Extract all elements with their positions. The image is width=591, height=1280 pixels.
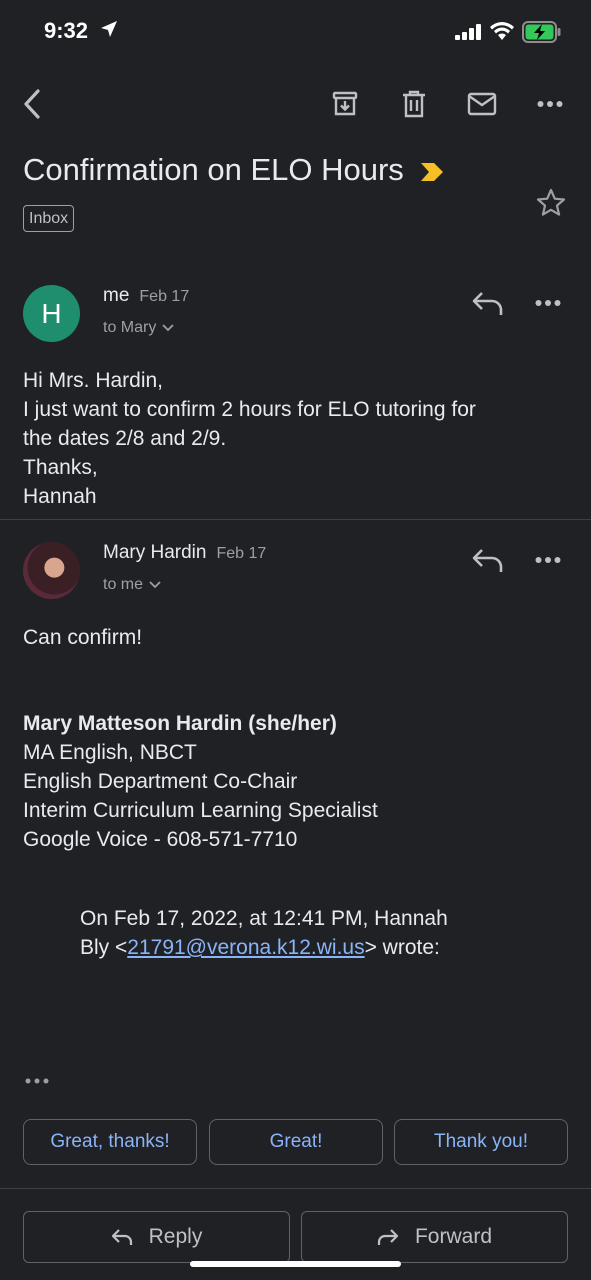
chevron-down-icon <box>149 581 161 589</box>
reply-icon[interactable] <box>470 289 506 319</box>
forward-button[interactable]: Forward <box>301 1211 568 1263</box>
signature-line: MA English, NBCT <box>23 741 197 764</box>
signature-line: Interim Curriculum Learning Specialist <box>23 799 378 822</box>
message-header-1[interactable]: H me Feb 17 to Mary <box>0 285 591 355</box>
message-body-2: Can confirm! <box>23 626 143 649</box>
more-horizontal-icon[interactable] <box>535 556 561 564</box>
cellular-signal-icon <box>455 24 481 40</box>
message-date: Feb 17 <box>139 288 190 305</box>
signature-name: Mary Matteson Hardin (she/her) <box>23 712 337 735</box>
show-trimmed-content-icon[interactable] <box>25 1078 49 1084</box>
chevron-down-icon <box>162 324 174 332</box>
quoted-header: On Feb 17, 2022, at 12:41 PM, Hannah Bly… <box>80 907 448 959</box>
email-subject: Confirmation on ELO Hours <box>23 152 444 188</box>
star-icon[interactable] <box>535 187 567 219</box>
status-bar: 9:32 <box>0 0 591 64</box>
trash-icon <box>403 90 425 118</box>
delete-button[interactable] <box>394 84 434 124</box>
message-header-2[interactable]: Mary Hardin Feb 17 to me <box>0 542 591 612</box>
smart-reply-button[interactable]: Great! <box>209 1119 383 1165</box>
avatar <box>23 542 80 599</box>
smart-reply-button[interactable]: Thank you! <box>394 1119 568 1165</box>
archive-button[interactable] <box>325 84 365 124</box>
subject-text: Confirmation on ELO Hours <box>23 152 404 187</box>
email-signature: Mary Matteson Hardin (she/her) MA Englis… <box>23 709 378 854</box>
reply-icon[interactable] <box>470 546 506 576</box>
location-arrow-icon <box>101 21 117 37</box>
important-marker-icon[interactable] <box>420 162 444 182</box>
message-date: Feb 17 <box>216 545 267 562</box>
toolbar <box>0 80 591 128</box>
message-body-1: Hi Mrs. Hardin, I just want to confirm 2… <box>23 369 476 508</box>
chevron-left-icon <box>24 89 40 119</box>
more-horizontal-icon <box>537 101 563 107</box>
sender-name: me Feb 17 <box>103 285 190 306</box>
avatar: H <box>23 285 80 342</box>
wifi-icon <box>490 22 514 40</box>
back-button[interactable] <box>12 84 52 124</box>
battery-charging-icon <box>522 21 561 43</box>
archive-icon <box>332 91 358 116</box>
inbox-label-chip[interactable]: Inbox <box>23 205 75 232</box>
mark-unread-button[interactable] <box>462 84 502 124</box>
home-indicator[interactable] <box>190 1261 401 1267</box>
recipients-toggle[interactable]: to Mary <box>103 319 174 337</box>
status-time: 9:32 <box>44 18 89 43</box>
mail-icon <box>467 92 497 116</box>
recipients-toggle[interactable]: to me <box>103 576 161 594</box>
email-link[interactable]: 21791@verona.k12.wi.us <box>127 936 364 959</box>
action-divider <box>0 1188 591 1189</box>
signature-line: Google Voice - 608-571-7710 <box>23 828 298 851</box>
more-horizontal-icon[interactable] <box>535 299 561 307</box>
sender-name: Mary Hardin Feb 17 <box>103 542 267 563</box>
forward-icon <box>377 1229 399 1245</box>
reply-button[interactable]: Reply <box>23 1211 290 1263</box>
signature-line: English Department Co-Chair <box>23 770 298 793</box>
reply-icon <box>111 1229 132 1245</box>
smart-reply-button[interactable]: Great, thanks! <box>23 1119 197 1165</box>
message-divider <box>0 519 591 520</box>
more-options-button[interactable] <box>530 84 570 124</box>
